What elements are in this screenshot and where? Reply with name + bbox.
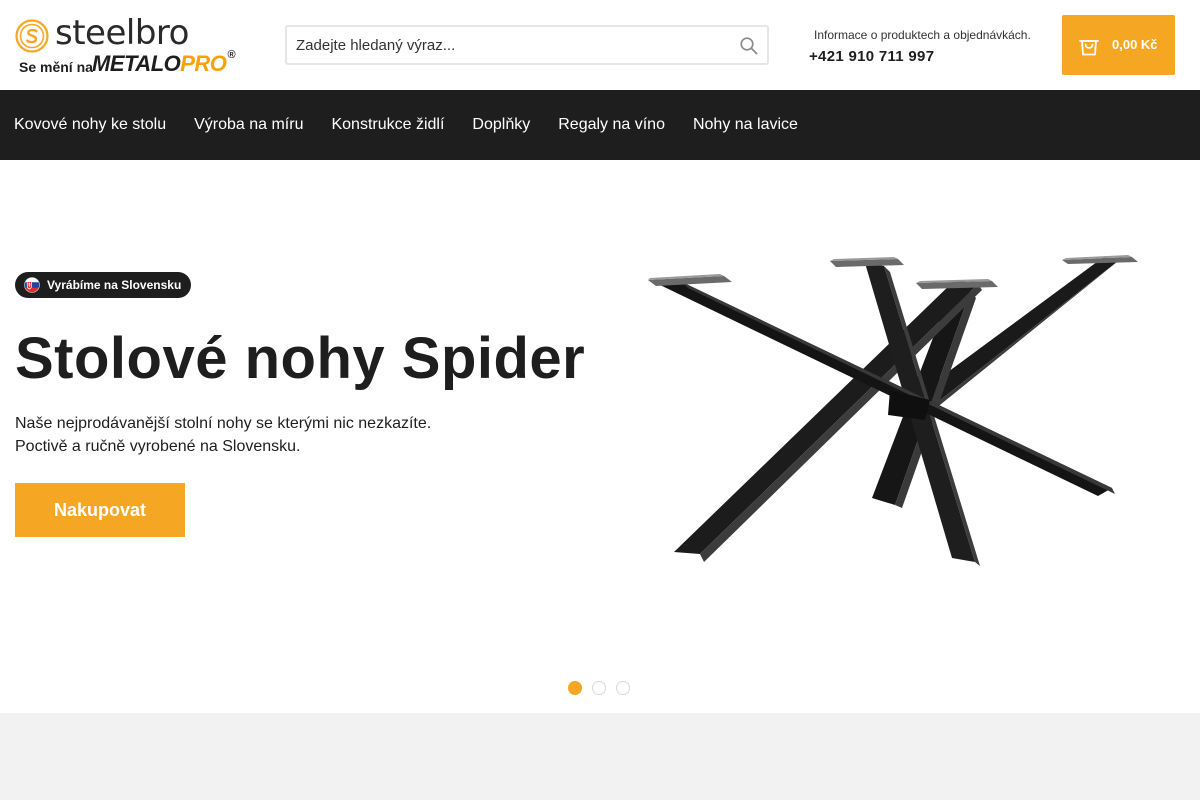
hero-slider: Vyrábíme na Slovensku Stolové nohy Spide… [0,160,1200,713]
logo-pro-text: PRO [180,51,227,76]
slider-dot-2[interactable] [592,681,606,695]
hero-description: Naše nejprodávanější stolní nohy se kter… [15,415,432,455]
nav-item-vyroba-na-miru[interactable]: Výroba na míru [194,116,303,134]
logo-metalopro: METALOPRO® [92,49,236,77]
slider-pagination [568,681,640,695]
logo-registered-mark: ® [227,49,236,61]
slovakia-flag-icon [24,277,40,293]
steelbro-s-logo-icon [15,19,49,53]
badge-label: Vyrábíme na Slovensku [47,278,182,292]
search-box [285,25,769,65]
hero-title: Stolové nohy Spider [15,326,586,391]
section-divider-band [0,713,1200,800]
site-header: steelbro Se mění na METALOPRO® Informace… [0,0,1200,90]
made-in-slovakia-badge: Vyrábíme na Slovensku [15,272,192,298]
nav-item-doplnky[interactable]: Doplňky [472,116,530,134]
search-input[interactable] [287,27,727,63]
logo-subtext: Se mění na [19,59,93,75]
nav-item-konstrukce-zidli[interactable]: Konstrukce židlí [331,116,444,134]
main-navigation: Kovové nohy ke stolu Výroba na míru Kons… [0,90,1200,160]
shopping-bag-icon [1079,40,1099,56]
search-icon[interactable] [739,36,759,56]
nav-item-nohy-na-lavice[interactable]: Nohy na lavice [693,116,798,134]
spider-table-legs-image [648,255,1138,566]
nav-item-kovove-nohy[interactable]: Kovové nohy ke stolu [14,116,166,134]
contact-info-text: Informace o produktech a objednávkách. [814,28,1031,42]
logo[interactable]: steelbro Se mění na METALOPRO® [15,13,250,77]
cart-total: 0,00 Kč [1112,37,1158,52]
slider-dot-1[interactable] [568,681,582,695]
slider-dot-3[interactable] [616,681,630,695]
contact-block: Informace o produktech a objednávkách. +… [809,28,1039,65]
nav-item-regaly-na-vino[interactable]: Regaly na víno [558,116,665,134]
logo-brand-name: steelbro [55,13,189,53]
logo-metalo-text: METALO [92,51,181,76]
cart-button[interactable]: 0,00 Kč [1062,15,1175,75]
contact-phone[interactable]: +421 910 711 997 [809,48,1039,65]
shop-now-button[interactable]: Nakupovat [15,483,185,537]
